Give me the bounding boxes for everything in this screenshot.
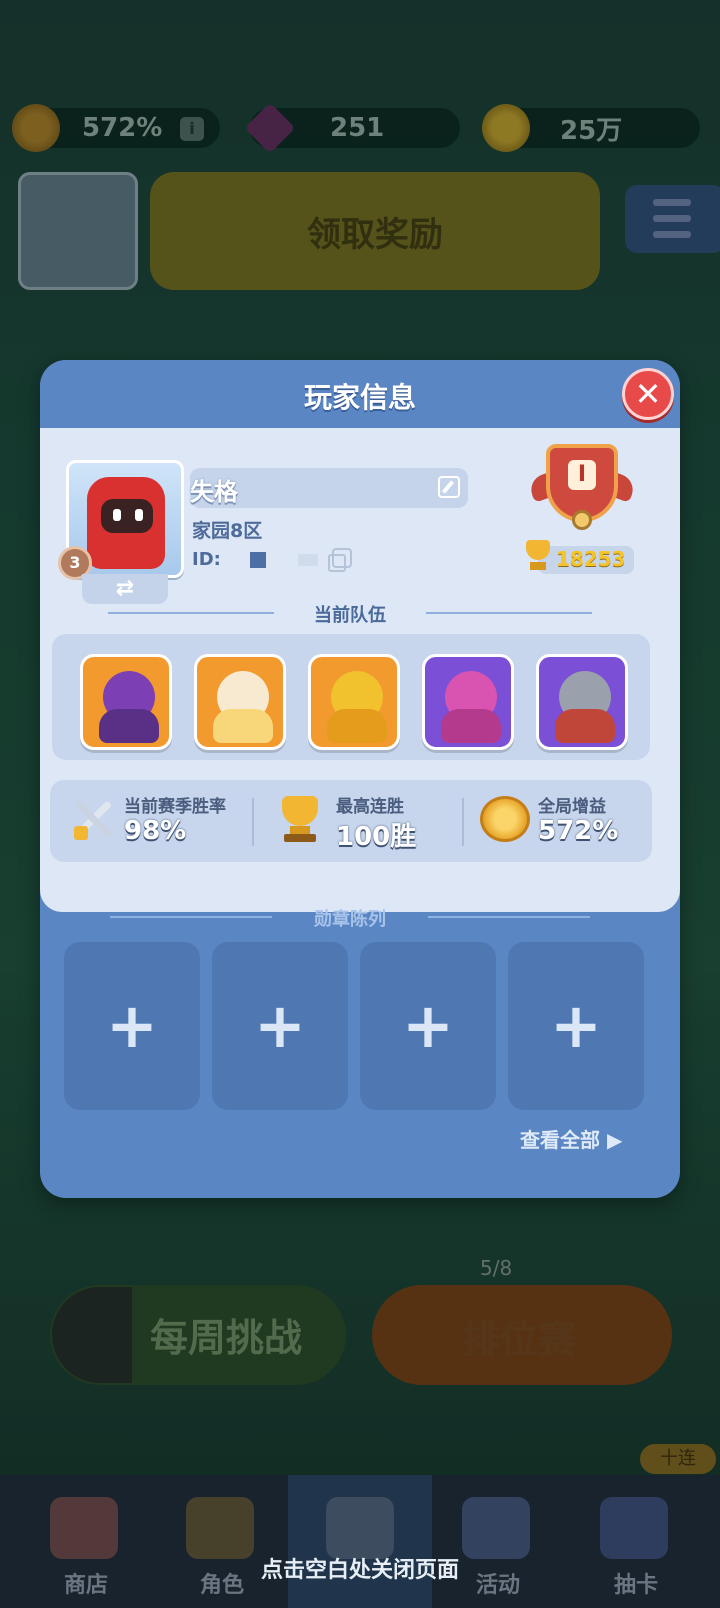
divider-line <box>110 916 272 918</box>
server-name: 家园8区 <box>192 520 263 542</box>
stat-value: 572% <box>538 816 619 846</box>
swords-icon <box>70 796 116 842</box>
medal-slot[interactable]: + <box>212 942 348 1110</box>
stat-label: 当前赛季胜率 <box>124 797 226 817</box>
sword-hilt <box>74 826 88 840</box>
team-section-title: 当前队伍 <box>314 605 386 626</box>
stat-label: 全局增益 <box>538 797 606 817</box>
hero-body <box>441 709 501 743</box>
view-all-link[interactable]: 查看全部 ▶ <box>520 1124 622 1153</box>
play-arrow-icon: ▶ <box>600 1128 623 1152</box>
hero-card[interactable] <box>80 654 172 750</box>
player-id-redacted <box>250 552 266 568</box>
trophy-base <box>290 826 310 834</box>
swap-avatar-button[interactable]: ⇄ <box>82 574 168 604</box>
add-icon: + <box>402 989 454 1062</box>
close-button[interactable]: ✕ <box>622 368 674 420</box>
divider-line <box>426 612 592 614</box>
divider-line <box>428 916 590 918</box>
player-id-redacted <box>298 554 318 566</box>
stat-value: 98% <box>124 816 187 846</box>
crown-badge-icon <box>480 796 530 842</box>
trophy-base <box>284 834 316 842</box>
close-icon: ✕ <box>634 375 662 413</box>
view-all-label: 查看全部 <box>520 1128 600 1152</box>
divider-line <box>108 612 274 614</box>
modal-title: 玩家信息 <box>303 381 416 414</box>
player-id-label: ID: <box>192 549 221 570</box>
hero-card[interactable] <box>194 654 286 750</box>
hero-body <box>555 709 615 743</box>
edit-name-icon[interactable] <box>438 476 460 498</box>
add-icon: + <box>254 989 306 1062</box>
trophy-count: 18253 <box>556 547 626 571</box>
avatar-face <box>101 499 153 533</box>
add-icon: + <box>550 989 602 1062</box>
swap-icon: ⇄ <box>115 576 135 601</box>
medals-section-title: 勋章陈列 <box>314 909 386 930</box>
avatar-eye <box>135 509 143 521</box>
player-info-modal: 玩家信息 ✕ 3 ⇄ 失格 家园8区 ID: I 18253 当前队伍 当前赛季… <box>40 360 680 1198</box>
player-name: 失格 <box>190 478 238 506</box>
trophy-icon <box>522 540 554 574</box>
stat-divider <box>252 798 254 846</box>
medal-slot[interactable]: + <box>360 942 496 1110</box>
hero-card[interactable] <box>536 654 628 750</box>
medal-slot[interactable]: + <box>64 942 200 1110</box>
stat-value: 100胜 <box>336 822 417 852</box>
add-icon: + <box>106 989 158 1062</box>
medal-slot[interactable]: + <box>508 942 644 1110</box>
hero-body <box>213 709 273 743</box>
stat-label: 最高连胜 <box>336 797 404 817</box>
hero-card[interactable] <box>422 654 514 750</box>
avatar-eye <box>113 509 121 521</box>
trophy-cup <box>282 796 318 826</box>
hero-body <box>99 709 159 743</box>
rank-numeral: I <box>568 460 596 490</box>
trophy-icon <box>278 796 322 842</box>
hero-card[interactable] <box>308 654 400 750</box>
player-info-panel: 3 ⇄ 失格 家园8区 ID: I 18253 当前队伍 当前赛季胜率 98% … <box>40 428 680 912</box>
stat-divider <box>462 798 464 846</box>
hero-body <box>327 709 387 743</box>
trophy-cup <box>526 540 550 560</box>
close-hint: 点击空白处关闭页面 <box>260 1558 459 1583</box>
trophy-base <box>530 562 546 570</box>
copy-id-icon[interactable] <box>328 548 352 572</box>
rank-gem <box>572 510 592 530</box>
rank-badge[interactable]: I <box>526 440 638 536</box>
